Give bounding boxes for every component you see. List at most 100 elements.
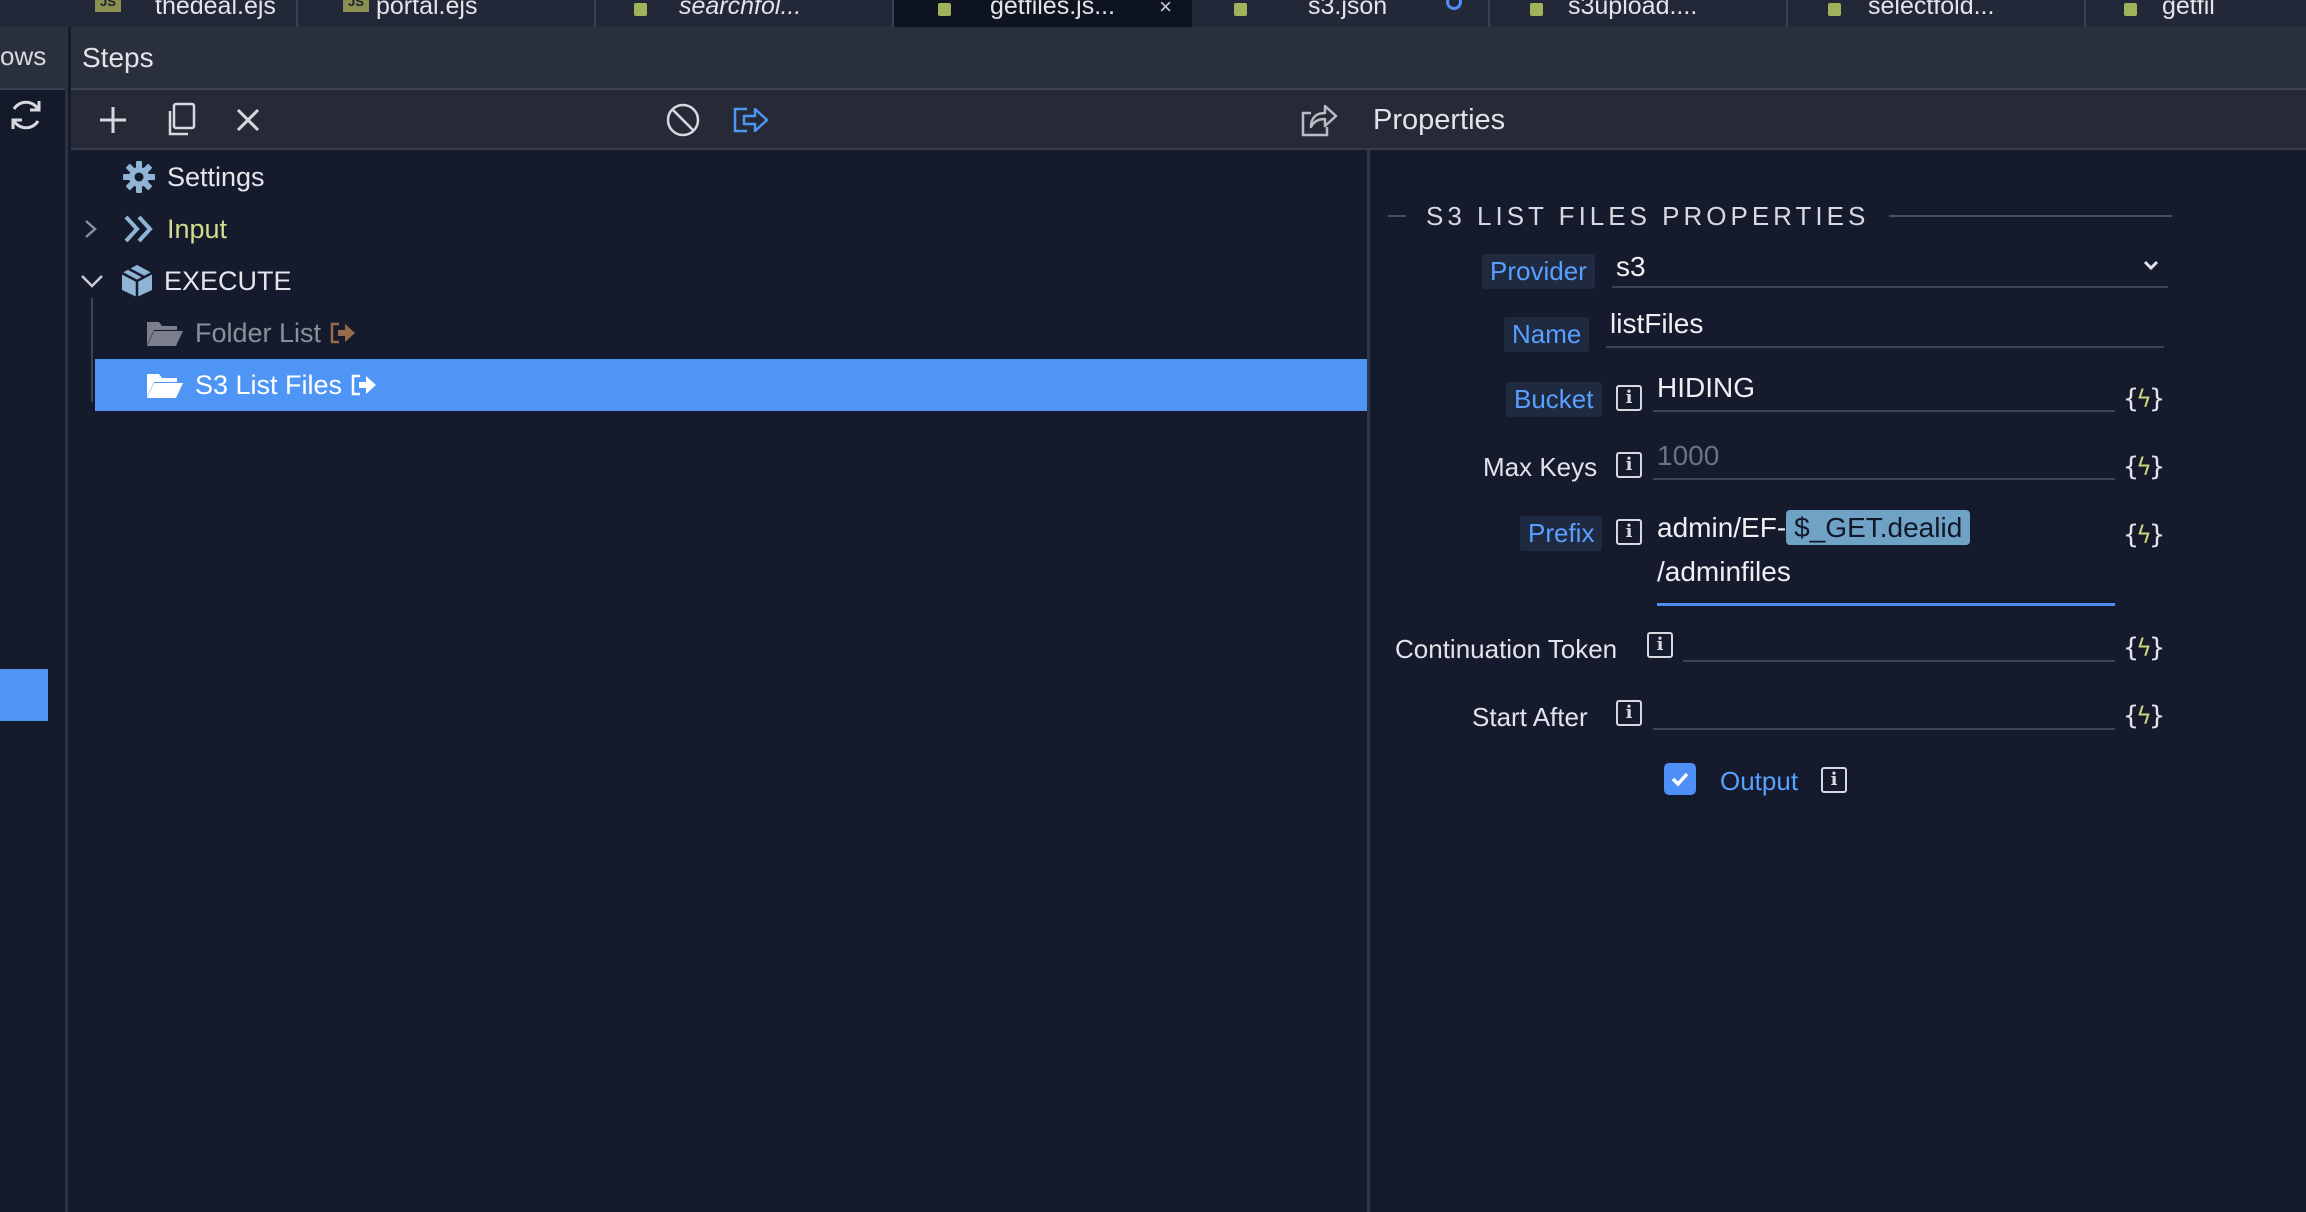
tab-label: getfil — [2162, 0, 2215, 20]
selected-workflow-item[interactable] — [0, 669, 48, 721]
name-label: Name — [1504, 317, 1590, 352]
file-type-icon — [634, 3, 647, 16]
tree-item-settings[interactable]: Settings — [71, 151, 1367, 203]
tab-s3-json[interactable]: s3.json — [1192, 0, 1490, 27]
tab-thedeal[interactable]: JS thedeal.ejs — [0, 0, 298, 27]
dynamic-data-picker-button[interactable]: {ϟ} — [2118, 518, 2168, 552]
prefix-label: Prefix — [1520, 516, 1603, 551]
tab-label: selectfold... — [1868, 0, 1995, 20]
lightning-icon: ϟ — [2136, 385, 2152, 413]
tab-getfil[interactable]: getfil — [2086, 0, 2306, 27]
chevron-right-icon[interactable] — [81, 217, 101, 241]
tab-searchfol[interactable]: searchfol... — [596, 0, 894, 27]
duplicate-step-button[interactable] — [159, 98, 203, 142]
tab-s3upload[interactable]: s3upload.... — [1490, 0, 1788, 27]
tab-label: searchfol... — [679, 0, 802, 20]
brace-icon: } — [2149, 701, 2165, 731]
toggle-output-button[interactable] — [729, 98, 773, 142]
steps-toolbar: Properties — [71, 90, 2306, 150]
tab-label: getfiles.js... — [990, 0, 1116, 20]
brace-icon: { — [2123, 633, 2139, 663]
chevron-down-icon[interactable] — [79, 271, 105, 291]
info-icon[interactable]: i — [1616, 452, 1642, 478]
name-field[interactable]: listFiles — [1606, 302, 2164, 348]
continuation-token-label: Continuation Token — [1395, 634, 1618, 664]
gear-icon — [123, 161, 155, 193]
close-icon[interactable]: × — [1159, 0, 1172, 20]
tree-item-input[interactable]: Input — [71, 203, 1367, 255]
workflows-panel-title: ows — [0, 41, 47, 71]
tree-item-label: EXECUTE — [164, 265, 292, 296]
file-type-icon — [1828, 3, 1841, 16]
section-header: S3 LIST FILES PROPERTIES — [1388, 198, 2172, 234]
lightning-icon: ϟ — [2136, 634, 2152, 662]
close-icon — [236, 108, 260, 132]
dynamic-data-picker-button[interactable]: {ϟ} — [2118, 631, 2168, 665]
prefix-text: admin/EF- — [1657, 512, 1787, 543]
info-icon[interactable]: i — [1616, 519, 1642, 545]
workflows-panel: ows — [0, 27, 68, 1212]
folder-open-icon — [147, 374, 183, 398]
output-arrow-icon — [733, 107, 769, 133]
output-checkbox[interactable] — [1664, 763, 1696, 795]
start-after-field[interactable] — [1653, 684, 2115, 730]
add-step-button[interactable] — [91, 98, 135, 142]
disable-step-button[interactable] — [661, 98, 705, 142]
max-keys-placeholder: 1000 — [1657, 440, 1720, 471]
steps-panel-header: Steps — [71, 27, 2306, 90]
brace-icon: } — [2149, 520, 2165, 550]
dynamic-data-picker-button[interactable]: {ϟ} — [2118, 382, 2168, 416]
continuation-token-field[interactable] — [1683, 616, 2115, 662]
cube-icon — [121, 265, 153, 297]
lightning-icon: ϟ — [2136, 702, 2152, 730]
tab-getfiles[interactable]: getfiles.js... × — [894, 0, 1192, 27]
file-type-icon — [1530, 3, 1543, 16]
checkmark-icon — [1671, 772, 1689, 787]
name-value: listFiles — [1610, 308, 1704, 339]
tree-item-label: S3 List Files — [195, 369, 343, 400]
refresh-icon[interactable] — [6, 95, 46, 135]
properties-panel: S3 LIST FILES PROPERTIES Provider s3 Nam… — [1370, 150, 2306, 1212]
output-enabled-icon — [351, 374, 377, 396]
output-label[interactable]: Output — [1712, 764, 1806, 799]
chevron-down-icon — [2143, 260, 2159, 271]
tab-label: s3.json — [1308, 0, 1388, 20]
info-icon[interactable]: i — [1616, 700, 1642, 726]
info-icon[interactable]: i — [1647, 632, 1673, 658]
tree-item-execute[interactable]: EXECUTE — [71, 255, 1367, 307]
brace-icon: { — [2123, 520, 2139, 550]
provider-label: Provider — [1482, 254, 1595, 289]
tree-item-folder-list[interactable]: Folder List — [71, 307, 1367, 359]
double-chevron-icon — [124, 215, 153, 243]
modified-indicator-icon — [1446, 0, 1462, 10]
info-icon[interactable]: i — [1616, 385, 1642, 411]
bucket-label: Bucket — [1506, 382, 1602, 417]
dynamic-data-picker-button[interactable]: {ϟ} — [2118, 450, 2168, 484]
file-type-icon — [938, 3, 951, 16]
provider-value: s3 — [1616, 251, 1646, 282]
properties-panel-title: Properties — [1373, 104, 1506, 136]
tree-item-label: Folder List — [195, 317, 322, 348]
disable-icon — [666, 103, 700, 137]
max-keys-label: Max Keys — [1483, 452, 1598, 482]
brace-icon: { — [2123, 452, 2139, 482]
tab-selectfold[interactable]: selectfold... — [1788, 0, 2086, 27]
max-keys-field[interactable]: 1000 — [1653, 434, 2115, 480]
prefix-binding-token[interactable]: $_GET.dealid — [1786, 510, 1971, 545]
provider-select[interactable]: s3 — [1612, 248, 2168, 288]
prefix-text: /adminfiles — [1657, 556, 1791, 587]
share-properties-button[interactable] — [1297, 98, 1341, 142]
share-icon — [1301, 104, 1338, 137]
info-icon[interactable]: i — [1821, 767, 1847, 793]
workflows-panel-header: ows — [0, 27, 65, 90]
delete-step-button[interactable] — [226, 98, 270, 142]
tab-portal[interactable]: JS portal.ejs — [298, 0, 596, 27]
brace-icon: } — [2149, 452, 2165, 482]
dynamic-data-picker-button[interactable]: {ϟ} — [2118, 699, 2168, 733]
js-file-icon: JS — [343, 0, 369, 12]
bucket-field[interactable]: HIDING — [1653, 366, 2115, 412]
tab-label: s3upload.... — [1568, 0, 1698, 20]
tree-item-s3-list-files[interactable]: S3 List Files — [95, 359, 1367, 411]
tree-item-label: Input — [167, 213, 228, 244]
prefix-field[interactable]: admin/EF- $_GET.dealid /adminfiles — [1657, 506, 2115, 606]
